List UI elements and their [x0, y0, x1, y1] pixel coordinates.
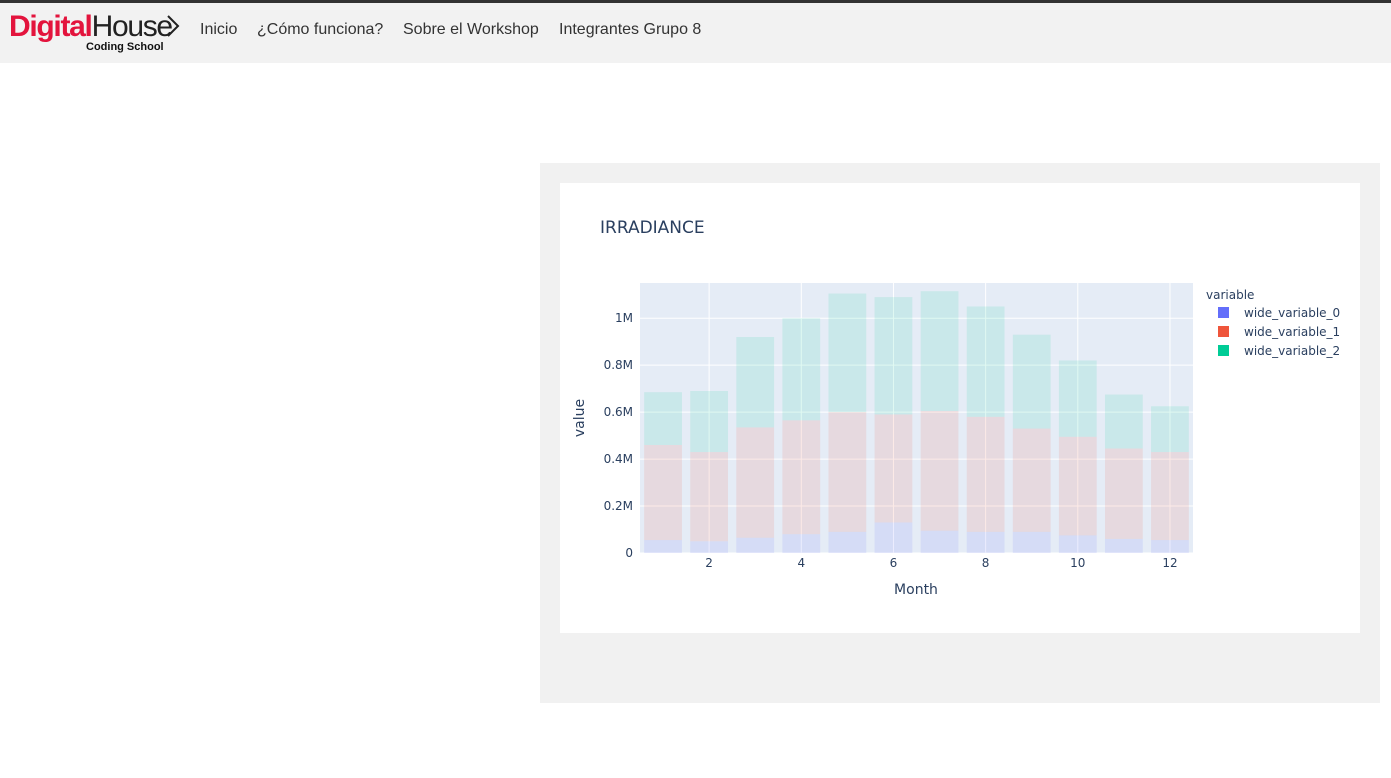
chart-panel: IRRADIANCE 2 4 6 8 10 12 0 0.2M 0.4M 0.6M 0.8M 1M …	[540, 163, 1380, 703]
nav-link-inicio[interactable]: Inicio	[200, 21, 237, 39]
bar-wide_variable_1-month-10[interactable]	[1058, 436, 1097, 536]
brand-name-house: House	[91, 10, 174, 43]
bar-wide_variable_0-month-12[interactable]	[1151, 540, 1189, 553]
bar-wide_variable_0-month-8[interactable]	[966, 531, 1005, 553]
y-tick-label: 0.4M	[604, 452, 633, 466]
x-tick-label: 10	[1070, 556, 1085, 570]
irradiance-chart[interactable]: IRRADIANCE 2 4 6 8 10 12 00.2M0.4M0.6M0.8M1M …	[560, 183, 1360, 633]
x-tick-label: 12	[1162, 556, 1177, 570]
bar-wide_variable_1-month-8[interactable]	[966, 416, 1005, 532]
nav-link-como-funciona[interactable]: ¿Cómo funciona?	[257, 21, 383, 39]
y-tick-label: 0	[625, 546, 633, 560]
bar-wide_variable_2-month-8[interactable]	[966, 306, 1005, 417]
y-axis-label: value	[572, 399, 588, 437]
bar-wide_variable_2-month-2[interactable]	[690, 391, 729, 453]
bar-wide_variable_2-month-11[interactable]	[1104, 394, 1143, 449]
bar-wide_variable_0-month-4[interactable]	[782, 534, 821, 553]
bar-wide_variable_1-month-11[interactable]	[1104, 448, 1143, 539]
x-axis-label: Month	[894, 582, 938, 598]
bar-wide_variable_2-month-5[interactable]	[828, 293, 867, 413]
bar-wide_variable_2-month-1[interactable]	[644, 392, 682, 445]
legend-label[interactable]: wide_variable_2	[1244, 344, 1340, 358]
bar-wide_variable_1-month-2[interactable]	[690, 452, 729, 542]
y-tick-label: 1M	[615, 311, 633, 325]
navbar: DigitalHouse Coding School Inicio ¿Cómo …	[0, 3, 1391, 63]
legend-swatch[interactable]	[1218, 326, 1229, 337]
bar-wide_variable_2-month-4[interactable]	[782, 318, 821, 421]
bar-wide_variable_0-month-11[interactable]	[1104, 538, 1143, 553]
x-tick-label: 2	[705, 556, 713, 570]
y-tick-label: 0.6M	[604, 405, 633, 419]
nav-link-integrantes[interactable]: Integrantes Grupo 8	[559, 21, 701, 39]
bar-wide_variable_2-month-9[interactable]	[1012, 334, 1051, 429]
bar-wide_variable_1-month-3[interactable]	[736, 427, 775, 538]
bar-wide_variable_0-month-6[interactable]	[874, 522, 913, 553]
brand-subtitle: Coding School	[86, 41, 164, 53]
bar-wide_variable_1-month-9[interactable]	[1012, 428, 1051, 532]
bar-wide_variable_1-month-6[interactable]	[874, 414, 913, 523]
bar-wide_variable_0-month-5[interactable]	[828, 531, 867, 553]
bar-wide_variable_2-month-7[interactable]	[920, 291, 959, 411]
x-tick-label: 6	[890, 556, 898, 570]
y-tick-label: 0.2M	[604, 499, 633, 513]
legend-label[interactable]: wide_variable_0	[1244, 306, 1340, 320]
legend-swatch[interactable]	[1218, 345, 1229, 356]
bar-wide_variable_0-month-2[interactable]	[690, 541, 729, 553]
bar-wide_variable_1-month-12[interactable]	[1151, 452, 1189, 541]
legend-swatch[interactable]	[1218, 307, 1229, 318]
bar-wide_variable_0-month-1[interactable]	[644, 540, 682, 553]
bar-wide_variable_0-month-10[interactable]	[1058, 535, 1097, 553]
y-tick-label: 0.8M	[604, 358, 633, 372]
bar-wide_variable_0-month-9[interactable]	[1012, 531, 1051, 553]
bar-wide_variable_0-month-3[interactable]	[736, 537, 775, 553]
legend-label[interactable]: wide_variable_1	[1244, 325, 1340, 339]
bar-wide_variable_1-month-7[interactable]	[920, 410, 959, 531]
bar-wide_variable_0-month-7[interactable]	[920, 530, 959, 553]
bar-wide_variable_2-month-6[interactable]	[874, 297, 913, 415]
nav-link-sobre-workshop[interactable]: Sobre el Workshop	[403, 21, 539, 39]
brand-logo[interactable]: DigitalHouse Coding School	[9, 9, 185, 57]
bar-wide_variable_1-month-4[interactable]	[782, 420, 821, 535]
bar-wide_variable_2-month-3[interactable]	[736, 337, 775, 428]
bar-wide_variable_2-month-12[interactable]	[1151, 406, 1189, 453]
legend-title: variable	[1206, 288, 1254, 302]
bar-wide_variable_2-month-10[interactable]	[1058, 360, 1097, 437]
x-tick-label: 4	[797, 556, 805, 570]
x-tick-label: 8	[982, 556, 990, 570]
chart-card: IRRADIANCE 2 4 6 8 10 12 0 0.2M 0.4M 0.6M 0.8M 1M …	[560, 183, 1360, 633]
chevron-right-icon	[167, 15, 180, 37]
bar-wide_variable_1-month-5[interactable]	[828, 412, 867, 532]
bar-wide_variable_1-month-1[interactable]	[644, 445, 682, 541]
chart-title: IRRADIANCE	[600, 218, 705, 238]
brand-name-digital: Digital	[9, 10, 93, 43]
